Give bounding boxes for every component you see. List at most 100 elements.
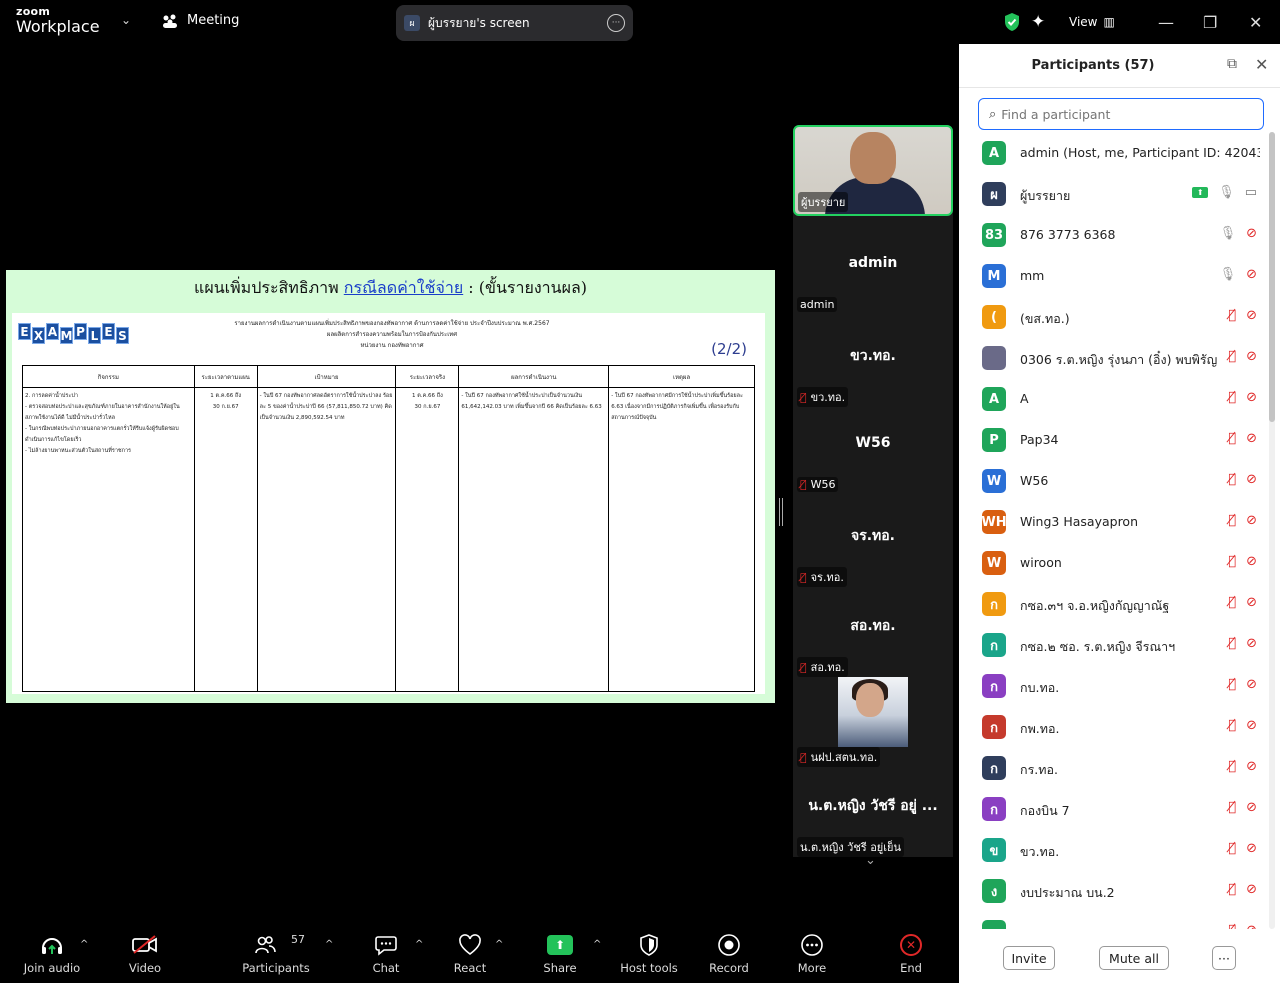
camera-icon[interactable]: ▭ xyxy=(1245,185,1257,200)
participant-row[interactable]: ก กซอ.๒ ซอ. ร.ต.หญิง จีรณาฯ 🎙̸ ⊘ xyxy=(959,624,1269,665)
participant-row[interactable]: Wwiroon 🎙̸ ⊘ xyxy=(959,542,1269,583)
camera-off-icon[interactable]: ⊘ xyxy=(1246,472,1257,487)
mic-muted-icon[interactable]: 🎙̸ xyxy=(1228,800,1236,815)
camera-off-icon[interactable]: ⊘ xyxy=(1246,267,1257,282)
search-input[interactable] xyxy=(1001,106,1242,122)
camera-off-icon[interactable]: ⊘ xyxy=(1246,431,1257,446)
host-tools-button[interactable]: Host tools xyxy=(620,933,678,975)
camera-off-icon[interactable]: ⊘ xyxy=(1246,841,1257,856)
more-button[interactable]: More xyxy=(796,933,828,975)
participant-list-scrollbar[interactable] xyxy=(1269,132,1275,929)
mic-muted-icon[interactable]: 🎙̸ xyxy=(1228,390,1236,405)
participant-row[interactable]: WH Wing3 Hasayapron 🎙̸ ⊘ xyxy=(959,501,1269,542)
mic-muted-icon[interactable]: 🎙̸ xyxy=(1228,431,1236,446)
participant-row[interactable]: ก กพ.ทอ. 🎙̸ ⊘ xyxy=(959,706,1269,747)
mic-muted-icon[interactable]: 🎙̸ xyxy=(1228,595,1236,610)
camera-off-icon[interactable]: ⊘ xyxy=(1246,226,1257,241)
mic-icon[interactable]: 🎙 xyxy=(1220,226,1237,241)
record-button[interactable]: Record xyxy=(709,933,749,975)
camera-off-icon[interactable]: ⊘ xyxy=(1246,390,1257,405)
view-menu-button[interactable]: View ▥ xyxy=(1069,0,1115,44)
participant-row[interactable]: W W56 🎙̸ ⊘ xyxy=(959,460,1269,501)
scrollbar-thumb[interactable] xyxy=(1269,132,1275,422)
camera-off-icon[interactable]: ⊘ xyxy=(1246,718,1257,733)
minimize-icon[interactable]: — xyxy=(1158,0,1174,44)
close-icon[interactable]: ✕ xyxy=(1249,0,1262,44)
split-resize-handle[interactable] xyxy=(779,498,783,526)
participant-row[interactable]: Mmm 🎙 ⊘ xyxy=(959,255,1269,296)
mic-muted-icon[interactable]: 🎙̸ xyxy=(1228,636,1236,651)
mic-muted-icon[interactable]: 🎙̸ xyxy=(1228,472,1236,487)
participant-tile[interactable]: สอ.ทอ. 🎙̸ สอ.ทอ. xyxy=(793,587,953,677)
participant-tile[interactable]: ขว.ทอ. 🎙̸ ขว.ทอ. xyxy=(793,317,953,407)
encryption-shield-icon[interactable] xyxy=(1003,0,1021,44)
screen-share-indicator[interactable]: ผ ผู้บรรยาย's screen ··· xyxy=(396,5,633,41)
participant-row[interactable]: Aadmin (Host, me, Participant ID: 420438… xyxy=(959,132,1269,173)
mic-muted-icon[interactable]: 🎙̸ xyxy=(1228,308,1236,323)
restore-icon[interactable]: ❐ xyxy=(1203,0,1217,44)
camera-off-icon[interactable]: ⊘ xyxy=(1246,554,1257,569)
camera-off-icon[interactable]: ⊘ xyxy=(1246,595,1257,610)
more-options-button[interactable]: ··· xyxy=(1212,946,1236,970)
close-icon[interactable]: ✕ xyxy=(1255,55,1268,74)
participant-tile[interactable]: จร.ทอ. 🎙̸ จร.ทอ. xyxy=(793,497,953,587)
participant-row[interactable]: ก กองบิน 7 🎙̸ ⊘ xyxy=(959,788,1269,829)
camera-off-icon[interactable]: ⊘ xyxy=(1246,882,1257,897)
chevron-down-icon[interactable]: ⌄ xyxy=(865,853,876,868)
participant-row[interactable]: ผ ผู้บรรยาย ⬆ 🎙 ▭ xyxy=(959,173,1269,214)
invite-button[interactable]: Invite xyxy=(1003,946,1055,970)
participant-search[interactable]: ⌕ xyxy=(978,98,1264,130)
end-meeting-button[interactable]: ✕ End xyxy=(897,933,925,975)
participant-row[interactable]: ง งบประมาณ บน.2 🎙̸ ⊘ xyxy=(959,870,1269,911)
mic-muted-icon[interactable]: 🎙̸ xyxy=(1228,513,1236,528)
participant-tile[interactable]: น.ต.หญิง วัชรี อยู่ ... น.ต.หญิง วัชรี อ… xyxy=(793,767,953,857)
mic-muted-icon[interactable]: 🎙̸ xyxy=(1228,882,1236,897)
participant-tile[interactable]: admin admin xyxy=(793,227,953,317)
participant-row[interactable]: ก กร.ทอ. 🎙̸ ⊘ xyxy=(959,747,1269,788)
chat-button[interactable]: Chat xyxy=(370,933,402,975)
mic-muted-icon[interactable]: 🎙̸ xyxy=(1228,677,1236,692)
pop-out-icon[interactable]: ⧉ xyxy=(1227,56,1237,72)
camera-off-icon[interactable]: ⊘ xyxy=(1246,308,1257,323)
camera-off-icon[interactable]: ⊘ xyxy=(1246,636,1257,651)
participant-row[interactable]: 🎙̸ ⊘ xyxy=(959,911,1269,929)
camera-off-icon[interactable]: ⊘ xyxy=(1246,349,1257,364)
mic-muted-icon[interactable]: 🎙̸ xyxy=(1228,923,1236,929)
mic-icon[interactable]: 🎙 xyxy=(1220,267,1237,282)
meeting-menu[interactable]: Meeting xyxy=(161,13,239,28)
participant-row[interactable]: A A 🎙̸ ⊘ xyxy=(959,378,1269,419)
participant-row[interactable]: 83 876 3773 6368 🎙 ⊘ xyxy=(959,214,1269,255)
app-logo[interactable]: zoom Workplace xyxy=(16,6,100,35)
participants-options-caret-icon[interactable]: ^ xyxy=(325,939,333,950)
mic-muted-icon[interactable]: 🎙̸ xyxy=(1228,759,1236,774)
participants-button[interactable]: 57 Participants xyxy=(242,933,310,975)
more-options-icon[interactable]: ··· xyxy=(607,14,625,32)
join-audio-button[interactable]: Join audio xyxy=(24,933,80,975)
participant-row[interactable]: ((ขส.ทอ.) 🎙̸ ⊘ xyxy=(959,296,1269,337)
ai-companion-icon[interactable]: ✦ xyxy=(1031,0,1045,44)
participant-row[interactable]: ข ขว.ทอ. 🎙̸ ⊘ xyxy=(959,829,1269,870)
participant-row[interactable]: P Pap34 🎙̸ ⊘ xyxy=(959,419,1269,460)
participant-row[interactable]: 0306 ร.ต.หญิง รุ่งนภา (อิ๋ง) พบพิรัญ 🎙̸ ⊘ xyxy=(959,337,1269,378)
react-options-caret-icon[interactable]: ^ xyxy=(495,939,503,950)
participant-row[interactable]: ก กบ.ทอ. 🎙̸ ⊘ xyxy=(959,665,1269,706)
camera-off-icon[interactable]: ⊘ xyxy=(1246,923,1257,929)
participant-tile[interactable]: W56 🎙̸ W56 xyxy=(793,407,953,497)
video-button[interactable]: Video xyxy=(125,933,165,975)
mute-all-button[interactable]: Mute all xyxy=(1099,946,1169,970)
mic-icon[interactable]: 🎙 xyxy=(1218,185,1235,200)
react-button[interactable]: React xyxy=(452,933,488,975)
mic-muted-icon[interactable]: 🎙̸ xyxy=(1228,841,1236,856)
share-button[interactable]: ⬆ Share xyxy=(542,933,578,975)
camera-off-icon[interactable]: ⊘ xyxy=(1246,677,1257,692)
chevron-down-icon[interactable]: ⌄ xyxy=(121,13,131,27)
mic-muted-icon[interactable]: 🎙̸ xyxy=(1228,349,1236,364)
mic-muted-icon[interactable]: 🎙̸ xyxy=(1228,554,1236,569)
mic-muted-icon[interactable]: 🎙̸ xyxy=(1228,718,1236,733)
camera-off-icon[interactable]: ⊘ xyxy=(1246,513,1257,528)
camera-off-icon[interactable]: ⊘ xyxy=(1246,800,1257,815)
participant-tile-photo[interactable]: 🎙̸ นฝป.สตน.ทอ. xyxy=(793,677,953,767)
chat-options-caret-icon[interactable]: ^ xyxy=(415,939,423,950)
participant-row[interactable]: ก กซอ.๓ฯ จ.อ.หญิงกัญญาณัฐ 🎙̸ ⊘ xyxy=(959,583,1269,624)
share-options-caret-icon[interactable]: ^ xyxy=(593,939,601,950)
